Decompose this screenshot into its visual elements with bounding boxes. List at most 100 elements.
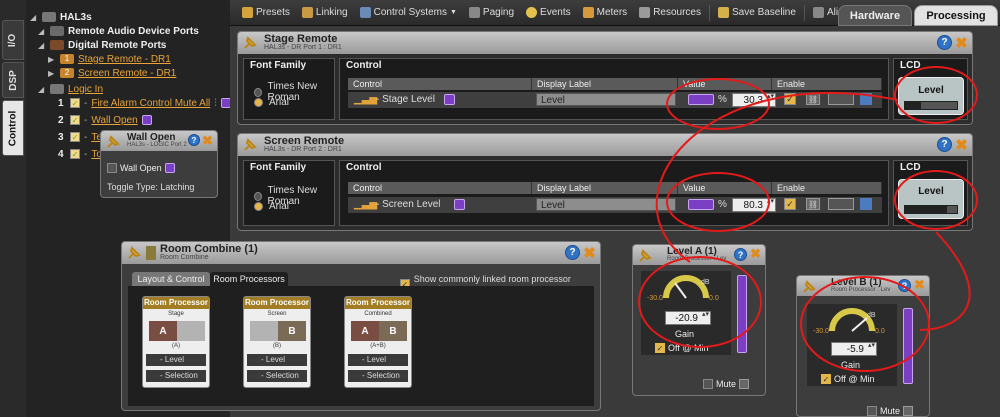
display-label-field[interactable]: Level <box>536 93 676 106</box>
tab-hardware[interactable]: Hardware <box>838 5 912 26</box>
tree-stage-remote[interactable]: ▶ 1 Stage Remote - DR1 <box>48 52 171 66</box>
mute-button[interactable]: Mute <box>703 379 750 389</box>
off-at-min-checkbox[interactable]: ✓ Off @ Min <box>655 343 708 353</box>
save-baseline-button[interactable]: Save Baseline <box>712 3 802 23</box>
grid-icon[interactable] <box>860 198 872 210</box>
level-line[interactable]: - Level <box>146 354 206 366</box>
tree-label[interactable]: Stage Remote - DR1 <box>78 54 171 65</box>
close-icon[interactable]: ✖ <box>582 245 597 262</box>
radio-button[interactable] <box>254 202 263 211</box>
checkbox[interactable]: ✓ <box>70 115 80 125</box>
tree-root[interactable]: ◢ HAL3s <box>30 10 92 24</box>
pin-icon[interactable] <box>801 279 817 295</box>
expand-icon[interactable]: ▶ <box>48 55 56 64</box>
link-toggle-icon[interactable]: ⛓ <box>806 93 820 105</box>
tree-label[interactable]: Wall Open <box>91 115 137 126</box>
level-line[interactable]: - Level <box>348 354 408 366</box>
value-slider[interactable] <box>688 199 714 210</box>
help-icon[interactable]: ? <box>898 279 911 292</box>
help-icon[interactable]: ? <box>937 35 952 50</box>
enable-checkbox[interactable]: ✓ <box>784 93 796 105</box>
help-icon[interactable]: ? <box>565 245 580 260</box>
range-button[interactable] <box>828 93 854 105</box>
gain-input[interactable]: -20.9 <box>665 311 711 325</box>
link-icon[interactable] <box>141 115 152 125</box>
collapse-icon[interactable]: ◢ <box>38 85 46 94</box>
tree-digital-remote[interactable]: ◢ Digital Remote Ports <box>38 38 166 52</box>
range-button[interactable] <box>828 198 854 210</box>
tree-logic-in[interactable]: ◢ Logic In <box>38 82 103 96</box>
tab-room-processors[interactable]: Room Processors <box>210 272 288 286</box>
font-option-arial[interactable]: Arial <box>254 201 289 212</box>
level-link-bar[interactable] <box>737 275 747 353</box>
font-option-arial[interactable]: Arial <box>254 97 289 108</box>
tab-layout-control[interactable]: Layout & Control <box>132 272 210 286</box>
room-processor-stage[interactable]: Room Processor Stage A (A) - Level - Sel… <box>142 296 210 388</box>
tab-dsp[interactable]: DSP <box>2 62 24 98</box>
tree-remote-audio[interactable]: ◢ Remote Audio Device Ports <box>38 24 199 38</box>
radio-button[interactable] <box>254 98 263 107</box>
pin-icon[interactable] <box>242 35 258 51</box>
room-processor-screen[interactable]: Room Processor Screen B (B) - Level - Se… <box>243 296 311 388</box>
close-icon[interactable]: ✖ <box>954 35 969 52</box>
pin-icon[interactable] <box>242 137 258 153</box>
tree-logic-item-1[interactable]: 1 ✓ - Fire Alarm Control Mute All ⫶ <box>58 96 231 110</box>
display-label-field[interactable]: Level <box>536 198 676 211</box>
level-line[interactable]: - Level <box>247 354 307 366</box>
checkbox[interactable]: ✓ <box>70 149 80 159</box>
pin-icon[interactable] <box>637 248 653 264</box>
checkbox[interactable]: ✓ <box>655 343 665 353</box>
help-icon[interactable]: ? <box>188 134 200 146</box>
link-icon[interactable] <box>903 406 914 416</box>
collapse-icon[interactable]: ◢ <box>30 13 38 22</box>
link-icon[interactable] <box>444 94 455 105</box>
wall-open-button[interactable]: Wall Open <box>107 163 175 173</box>
help-icon[interactable]: ? <box>734 248 747 261</box>
events-button[interactable]: Events <box>520 3 577 23</box>
radio-button[interactable] <box>254 87 262 97</box>
tree-logic-item-2[interactable]: 2 ✓ - Wall Open <box>58 113 152 127</box>
off-at-min-checkbox[interactable]: ✓ Off @ Min <box>821 374 874 384</box>
link-icon[interactable] <box>164 163 175 173</box>
pin-icon[interactable] <box>126 245 142 261</box>
tree-screen-remote[interactable]: ▶ 2 Screen Remote - DR1 <box>48 66 176 80</box>
tree-logic-item-4[interactable]: 4 ✓ - To <box>58 147 102 161</box>
selection-line[interactable]: - Selection <box>348 370 408 382</box>
value-input[interactable]: 30.3 <box>732 93 776 107</box>
tab-control[interactable]: Control <box>2 100 24 156</box>
level-link-bar[interactable] <box>903 308 913 384</box>
help-icon[interactable]: ? <box>937 137 952 152</box>
close-icon[interactable]: ✖ <box>200 133 215 148</box>
presets-button[interactable]: Presets <box>236 3 296 23</box>
linking-button[interactable]: Linking <box>296 3 354 23</box>
grid-icon[interactable] <box>860 93 872 105</box>
room-processor-combined[interactable]: Room Processor Combined AB (A+B) - Level… <box>344 296 412 388</box>
value-slider[interactable] <box>688 94 714 105</box>
link-icon[interactable] <box>739 379 750 389</box>
close-icon[interactable]: ✖ <box>954 137 969 154</box>
tree-label[interactable]: Logic In <box>68 84 103 95</box>
checkbox[interactable]: ✓ <box>70 98 80 108</box>
radio-button[interactable] <box>254 191 262 201</box>
link-toggle-icon[interactable]: ⛓ <box>806 198 820 210</box>
selection-line[interactable]: - Selection <box>247 370 307 382</box>
resources-button[interactable]: Resources <box>633 3 707 23</box>
expand-icon[interactable]: ▶ <box>48 69 56 78</box>
checkbox[interactable]: ✓ <box>70 132 80 142</box>
collapse-icon[interactable]: ◢ <box>38 27 46 36</box>
tree-label[interactable]: Fire Alarm Control Mute All <box>91 98 210 109</box>
enable-checkbox[interactable]: ✓ <box>784 198 796 210</box>
tab-io[interactable]: I/O <box>2 20 24 60</box>
pin-icon[interactable] <box>105 134 121 150</box>
close-icon[interactable]: ✖ <box>912 277 927 292</box>
close-icon[interactable]: ✖ <box>748 246 763 261</box>
control-systems-button[interactable]: Control Systems ▼ <box>354 3 463 23</box>
selection-line[interactable]: - Selection <box>146 370 206 382</box>
tree-label[interactable]: Screen Remote - DR1 <box>78 68 176 79</box>
meters-button[interactable]: Meters <box>577 3 634 23</box>
gain-input[interactable]: -5.9 <box>831 342 877 356</box>
tab-processing[interactable]: Processing <box>914 5 998 26</box>
mute-button[interactable]: Mute <box>867 406 914 416</box>
link-icon[interactable] <box>454 199 465 210</box>
checkbox[interactable]: ✓ <box>821 374 831 384</box>
